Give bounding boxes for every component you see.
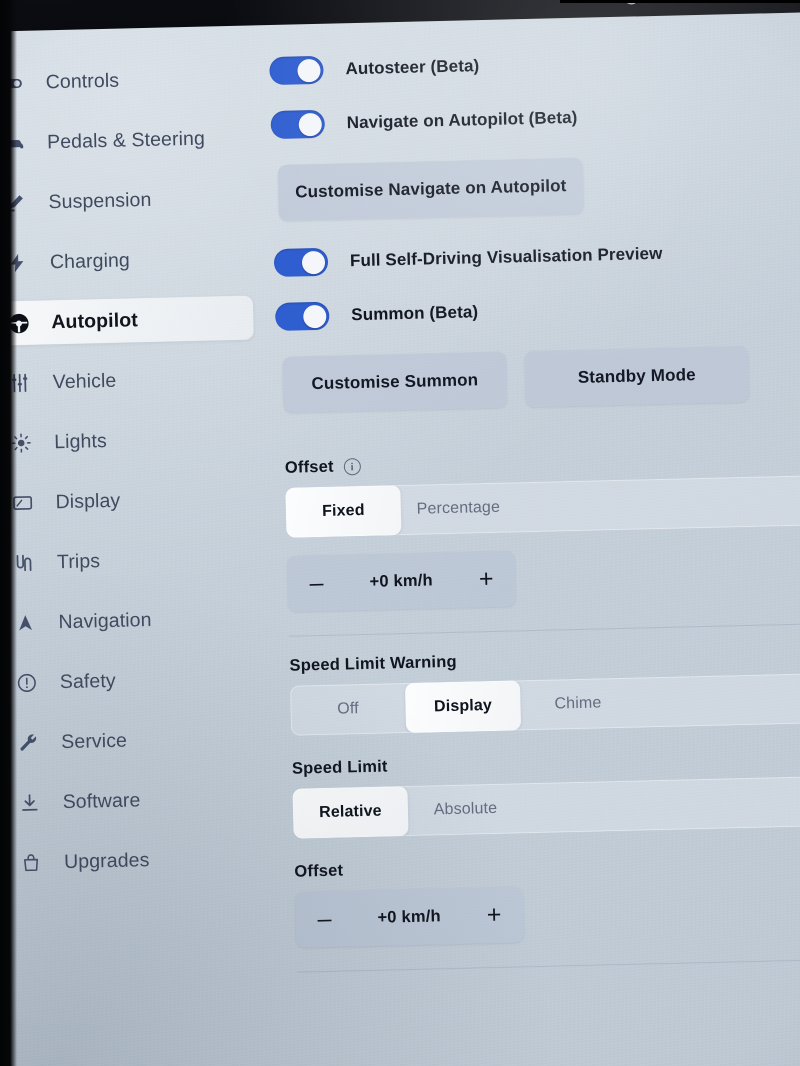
sidebar-item-label: Lights <box>53 429 108 453</box>
photographed-touchscreen: LTE 12:5 Controls <box>0 0 800 1066</box>
summon-toggle[interactable] <box>274 301 330 331</box>
section-divider <box>288 623 800 637</box>
speed-limit-segmented-control: Relative Absolute <box>292 776 800 839</box>
sidebar-item-label: Vehicle <box>52 369 117 393</box>
bag-icon <box>18 850 45 877</box>
setting-row-summon: Summon (Beta) <box>274 290 800 331</box>
offset-nav-value: +0 km/h <box>369 570 434 591</box>
settings-app: Controls Pedals & Steering Suspension Ch… <box>0 12 800 1066</box>
section-divider-bottom <box>296 959 800 973</box>
sidebar-item-upgrades[interactable]: Upgrades <box>0 835 267 885</box>
speed-limit-warning-option-off[interactable]: Off <box>290 683 406 736</box>
speed-limit-option-relative[interactable]: Relative <box>292 786 409 839</box>
offset-nav-title: Offset <box>284 457 334 477</box>
setting-row-fsd-visualisation: Full Self-Driving Visualisation Preview <box>273 236 800 278</box>
autopilot-settings-panel: Autosteer (Beta) Navigate on Autopilot (… <box>246 12 800 1066</box>
autosteer-label: Autosteer (Beta) <box>345 56 480 79</box>
sidebar-item-label: Upgrades <box>63 848 150 873</box>
navigate-on-autopilot-toggle[interactable] <box>270 109 326 140</box>
settings-sidebar: Controls Pedals & Steering Suspension Ch… <box>0 26 272 1066</box>
navigate-on-autopilot-label: Navigate on Autopilot (Beta) <box>346 107 578 133</box>
standby-mode-button[interactable]: Standby Mode <box>524 345 750 408</box>
screen-surface: LTE 12:5 Controls <box>0 0 800 1066</box>
sidebar-item-label: Trips <box>56 549 101 573</box>
offset-type-option-fixed[interactable]: Fixed <box>285 485 402 538</box>
sidebar-item-vehicle[interactable]: Vehicle <box>0 356 255 406</box>
offset-speed-limit-increment-button[interactable]: + <box>486 900 501 928</box>
fsd-visualisation-toggle[interactable] <box>273 247 329 278</box>
sidebar-item-label: Navigation <box>58 608 152 633</box>
offset-nav-stepper: – +0 km/h + <box>286 550 517 612</box>
customise-summon-button[interactable]: Customise Summon <box>282 351 508 413</box>
offset-speed-limit-value: +0 km/h <box>377 906 441 927</box>
sidebar-item-label: Charging <box>49 248 131 273</box>
sidebar-item-label: Suspension <box>48 188 152 213</box>
setting-row-autosteer: Autosteer (Beta) <box>269 44 800 86</box>
sidebar-item-software[interactable]: Software <box>0 775 265 825</box>
sidebar-item-label: Safety <box>59 669 116 693</box>
speed-limit-section: Speed Limit Relative Absolute <box>286 747 800 839</box>
fsd-visualisation-label: Full Self-Driving Visualisation Preview <box>349 243 663 271</box>
sidebar-item-controls[interactable]: Controls <box>0 56 248 106</box>
sidebar-item-label: Autopilot <box>51 308 139 333</box>
customise-navigate-on-autopilot-button[interactable]: Customise Navigate on Autopilot <box>277 157 584 221</box>
speed-limit-warning-title: Speed Limit Warning <box>289 652 457 675</box>
sidebar-item-navigation[interactable]: Navigation <box>0 595 261 645</box>
sidebar-item-autopilot[interactable]: Autopilot <box>0 295 254 346</box>
sidebar-item-label: Service <box>60 729 128 753</box>
offset-speed-limit-section: Offset – +0 km/h + <box>288 850 800 948</box>
offset-nav-section: Offset i Fixed Percentage – +0 km/h + <box>279 446 800 612</box>
info-icon[interactable]: i <box>343 458 361 476</box>
speed-limit-warning-option-display[interactable]: Display <box>404 680 522 734</box>
offset-nav-increment-button[interactable]: + <box>479 564 494 592</box>
download-icon <box>16 790 43 817</box>
sidebar-item-safety[interactable]: Safety <box>0 655 262 705</box>
summon-button-group: Customise Summon Standby Mode <box>282 344 800 413</box>
offset-type-option-percentage[interactable]: Percentage <box>400 482 516 535</box>
sidebar-item-lights[interactable]: Lights <box>0 415 257 465</box>
sidebar-item-label: Software <box>62 788 141 813</box>
sidebar-item-suspension[interactable]: Suspension <box>0 176 251 226</box>
summon-label: Summon (Beta) <box>351 302 479 325</box>
speed-limit-warning-segmented-control: Off Display Chime <box>289 673 800 736</box>
offset-speed-limit-decrement-button[interactable]: – <box>317 904 332 932</box>
sidebar-item-charging[interactable]: Charging <box>0 236 252 286</box>
sidebar-item-label: Display <box>55 489 121 513</box>
alert-circle-icon <box>14 670 41 697</box>
wrench-icon <box>15 730 42 757</box>
setting-row-navigate-on-autopilot: Navigate on Autopilot (Beta) <box>270 98 800 140</box>
speed-limit-warning-section: Speed Limit Warning Off Display Chime <box>283 644 800 736</box>
offset-nav-decrement-button[interactable]: – <box>309 568 324 596</box>
autosteer-toggle[interactable] <box>269 55 324 86</box>
sidebar-item-service[interactable]: Service <box>0 715 264 765</box>
offset-speed-limit-stepper: – +0 km/h + <box>294 886 525 948</box>
sidebar-item-display[interactable]: Display <box>0 475 258 525</box>
sidebar-item-label: Pedals & Steering <box>46 127 206 153</box>
sidebar-item-trips[interactable]: Trips <box>0 535 259 585</box>
speed-limit-option-absolute[interactable]: Absolute <box>407 783 523 836</box>
offset-speed-limit-title: Offset <box>294 861 344 881</box>
offset-nav-header: Offset i <box>285 446 800 477</box>
device-bezel-top <box>560 0 800 3</box>
sidebar-item-pedals-steering[interactable]: Pedals & Steering <box>0 116 250 166</box>
sidebar-item-label: Controls <box>45 69 120 93</box>
device-bezel-left <box>0 0 17 1066</box>
offset-type-segmented-control: Fixed Percentage <box>285 475 800 538</box>
speed-limit-warning-option-chime[interactable]: Chime <box>520 678 636 731</box>
speed-limit-title: Speed Limit <box>291 757 388 778</box>
